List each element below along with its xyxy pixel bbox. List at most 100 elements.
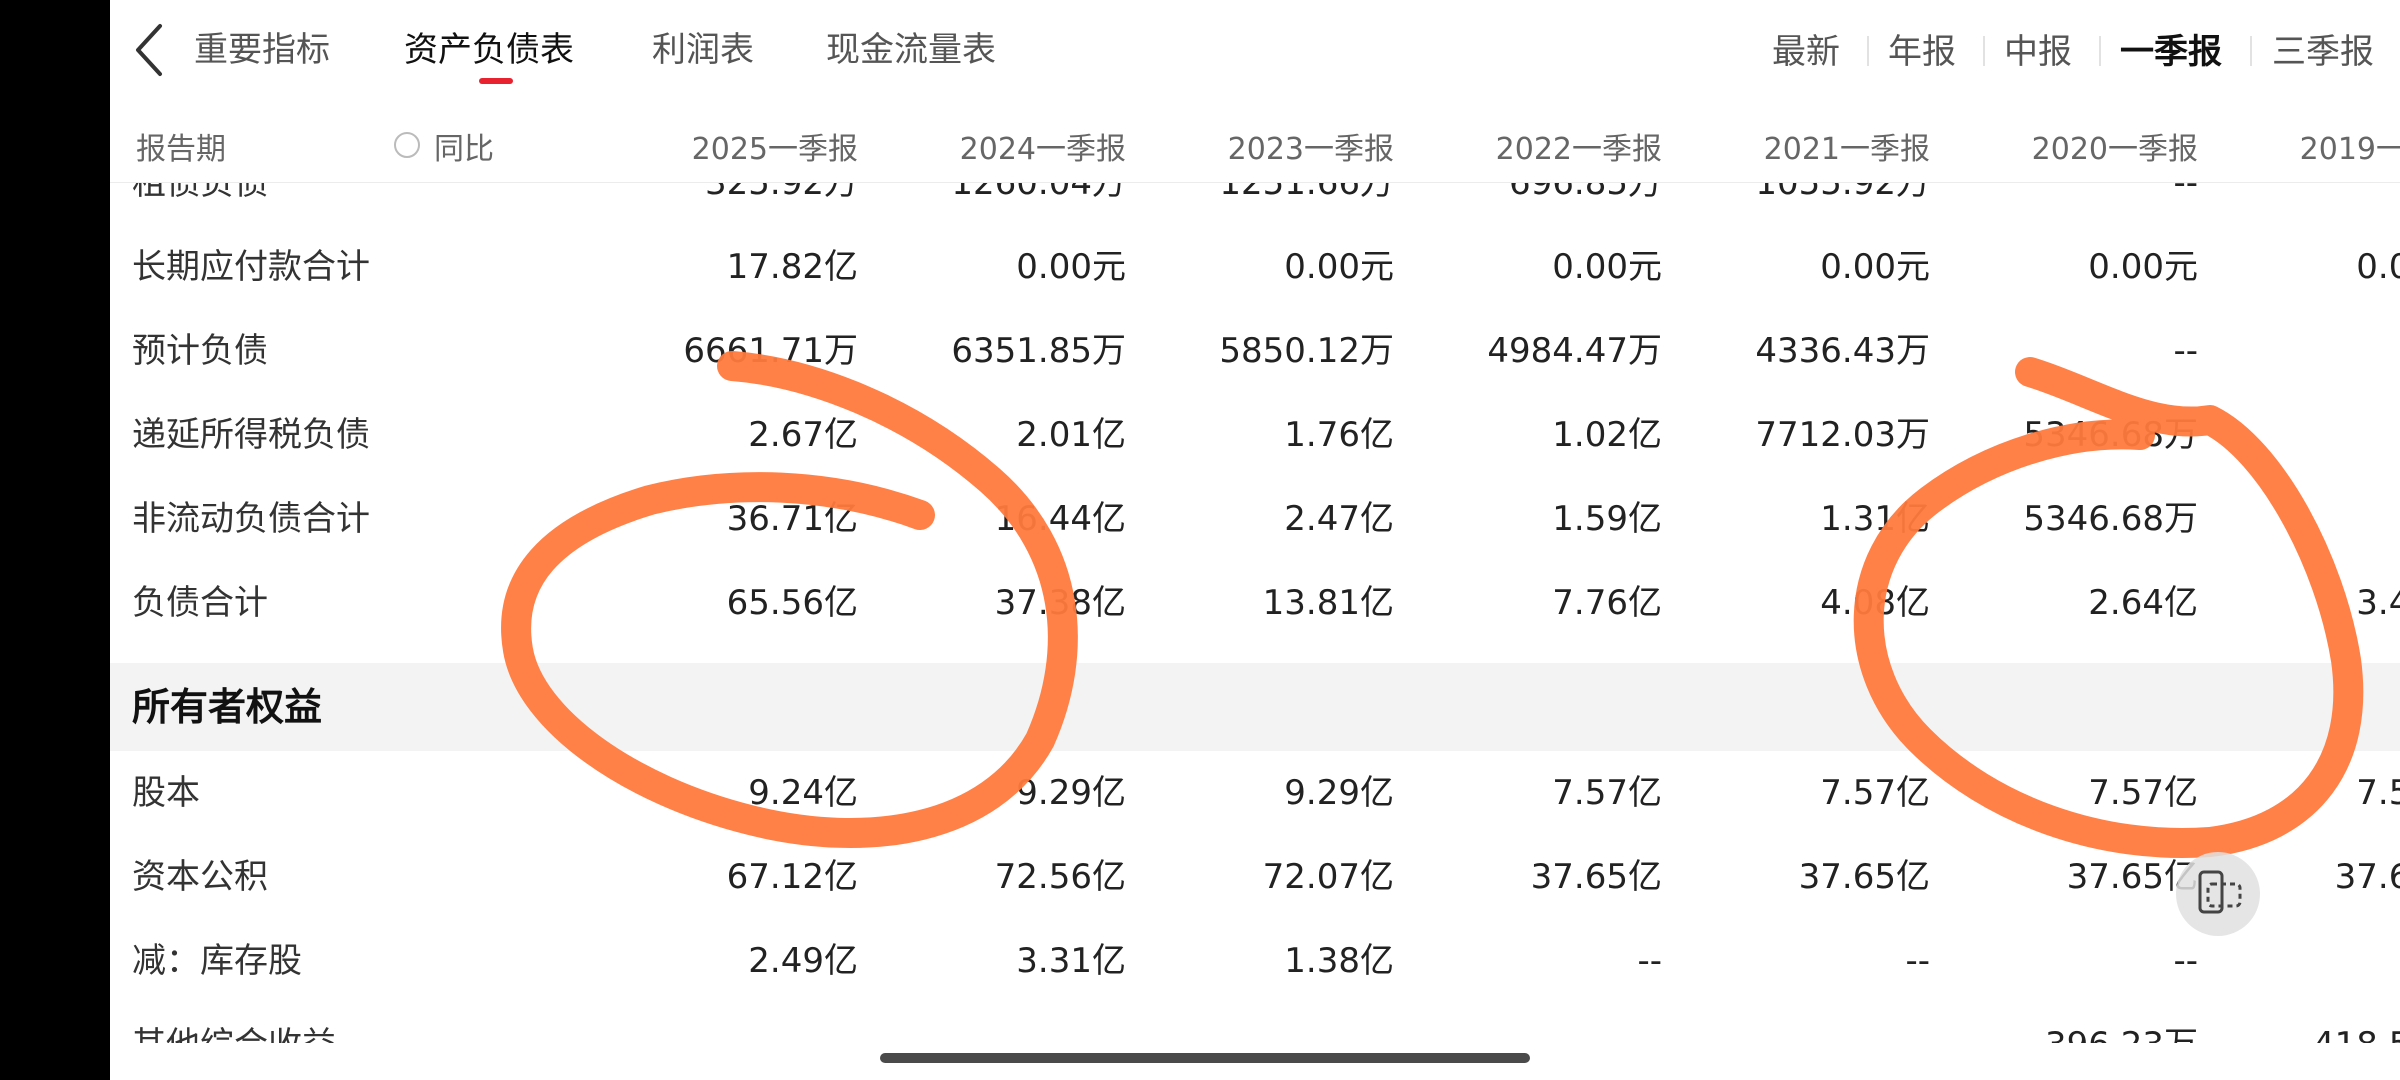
table-cell: 5850.12万 — [1219, 331, 1394, 371]
table-cell: 17.82亿 — [726, 247, 858, 287]
divider — [1983, 36, 1985, 66]
table-cell: -- — [2226, 393, 2400, 477]
table-cell: -- — [1905, 941, 1930, 981]
table-cell: 4.08亿 — [1820, 583, 1930, 623]
table-cell: 1.59亿 — [1552, 499, 1662, 539]
table-cell: 4984.47万 — [1487, 331, 1662, 371]
period-q1[interactable]: 一季报 — [2120, 24, 2222, 73]
divider — [2099, 36, 2101, 66]
tab-balance-sheet[interactable]: 资产负债表 — [404, 22, 574, 71]
divider — [2250, 36, 2252, 66]
section-title: 所有者权益 — [132, 685, 323, 729]
table-row: 非流动负债合计 36.71亿 16.44亿 2.47亿 1.59亿 1.31亿 … — [110, 477, 2400, 561]
table-cell: 72.07亿 — [1262, 857, 1394, 897]
table-cell: 5346.68万 — [2023, 415, 2198, 455]
app-screen: 重要指标 资产负债表 利润表 现金流量表 最新 年报 中报 一季报 三季报 报告… — [110, 0, 2400, 1080]
table-cell: 37.65亿 — [2066, 857, 2198, 897]
table-row: 长期应付款合计 17.82亿 0.00元 0.00元 0.00元 0.00元 0… — [110, 225, 2400, 309]
table-cell: 72.56亿 — [994, 857, 1126, 897]
table-cell: 9.29亿 — [1284, 773, 1394, 813]
divider — [1867, 36, 1869, 66]
table-cell: 7712.03万 — [1755, 415, 1930, 455]
table-cell: 5346.68万 — [2023, 499, 2198, 539]
period-latest[interactable]: 最新 — [1772, 24, 1840, 73]
top-nav: 重要指标 资产负债表 利润表 现金流量表 最新 年报 中报 一季报 三季报 — [110, 0, 2400, 100]
table-cell: 37.65亿 — [1798, 857, 1930, 897]
table-cell: -- — [2173, 183, 2198, 203]
radio-icon[interactable] — [394, 132, 420, 158]
table-cell: 7.57亿 — [1552, 773, 1662, 813]
table-cell: 7.57亿 — [2356, 773, 2400, 813]
table-cell: 0.00元 — [2356, 247, 2400, 287]
table-cell: 1.31亿 — [1820, 499, 1930, 539]
table-cell: 9.29亿 — [1016, 773, 1126, 813]
table-cell: 9.24亿 — [748, 773, 858, 813]
row-label: 预计负债 — [132, 331, 268, 371]
table-row: 租债负债 325.92万 1260.04万 1251.66万 696.85万 1… — [110, 183, 2400, 225]
table-cell: 0.00元 — [1284, 247, 1394, 287]
table-cell: 65.56亿 — [726, 583, 858, 623]
table-cell: 418.57万 — [2226, 1003, 2400, 1043]
active-tab-indicator — [479, 78, 513, 84]
column-header: 2025一季报 — [691, 132, 858, 167]
table-row: 递延所得税负债 2.67亿 2.01亿 1.76亿 1.02亿 7712.03万… — [110, 393, 2400, 477]
column-header: 2019一季报 — [2299, 132, 2400, 167]
table-cell: -- — [2173, 331, 2198, 371]
period-q3[interactable]: 三季报 — [2272, 24, 2374, 73]
row-label: 减：库存股 — [132, 941, 302, 981]
back-icon[interactable] — [124, 18, 180, 82]
table-cell: 67.12亿 — [726, 857, 858, 897]
table-cell: 1.38亿 — [1284, 941, 1394, 981]
column-header: 2021一季报 — [1763, 132, 1930, 167]
table-row: 预计负债 6661.71万 6351.85万 5850.12万 4984.47万… — [110, 309, 2400, 393]
column-header: 2024一季报 — [959, 132, 1126, 167]
home-indicator[interactable] — [880, 1053, 1530, 1063]
tabs-fade — [1020, 10, 1140, 90]
yoy-label: 同比 — [434, 132, 494, 167]
table-cell: 7.57亿 — [2088, 773, 2198, 813]
table-cell: -- — [2226, 309, 2400, 393]
table-cell: 2.49亿 — [748, 941, 858, 981]
table-cell: 1.76亿 — [1284, 415, 1394, 455]
table-cell: 1.02亿 — [1552, 415, 1662, 455]
row-label: 股本 — [132, 773, 200, 813]
table-cell: 6351.85万 — [951, 331, 1126, 371]
table-cell: 2.01亿 — [1016, 415, 1126, 455]
period-annual[interactable]: 年报 — [1888, 24, 1956, 73]
table-cell: 1260.04万 — [951, 183, 1126, 203]
report-period-label: 报告期 — [136, 132, 226, 167]
row-label: 非流动负债合计 — [132, 499, 370, 539]
table-row: 其他综合收益 396.23万 418.57万 — [110, 1003, 2400, 1043]
table-cell: 396.23万 — [1958, 1003, 2198, 1043]
period-interim[interactable]: 中报 — [2004, 24, 2072, 73]
table-cell: 2.67亿 — [748, 415, 858, 455]
row-label: 负债合计 — [132, 583, 268, 623]
tab-cash-flow[interactable]: 现金流量表 — [826, 22, 996, 71]
tab-income-statement[interactable]: 利润表 — [652, 22, 754, 71]
table-cell: 3.45亿 — [2356, 583, 2400, 623]
table-cell: 0.00元 — [1016, 247, 1126, 287]
table-row: 减：库存股 2.49亿 3.31亿 1.38亿 -- -- -- -- — [110, 919, 2400, 1003]
tab-key-indicators[interactable]: 重要指标 — [194, 22, 330, 71]
row-label: 资本公积 — [132, 857, 268, 897]
table-row: 资本公积 67.12亿 72.56亿 72.07亿 37.65亿 37.65亿 … — [110, 835, 2400, 919]
table-cell: 325.92万 — [705, 183, 858, 203]
table-cell: 6661.71万 — [683, 331, 858, 371]
table-cell: 696.85万 — [1509, 183, 1662, 203]
table-cell: 36.71亿 — [726, 499, 858, 539]
rotate-screen-icon[interactable] — [2176, 852, 2260, 936]
balance-sheet-table[interactable]: 租债负债 325.92万 1260.04万 1251.66万 696.85万 1… — [110, 183, 2400, 1043]
table-cell: 0.00元 — [1820, 247, 1930, 287]
table-cell: 0.00元 — [2088, 247, 2198, 287]
table-cell: -- — [2226, 477, 2400, 561]
table-cell: -- — [1637, 941, 1662, 981]
column-header: 2022一季报 — [1495, 132, 1662, 167]
row-label: 其他综合收益 — [132, 1003, 336, 1043]
table-cell: -- — [2226, 183, 2400, 225]
table-cell: 2.64亿 — [2088, 583, 2198, 623]
table-cell: 3.31亿 — [1016, 941, 1126, 981]
table-cell: 37.38亿 — [994, 583, 1126, 623]
table-cell: 2.47亿 — [1284, 499, 1394, 539]
table-row: 负债合计 65.56亿 37.38亿 13.81亿 7.76亿 4.08亿 2.… — [110, 561, 2400, 645]
table-cell: 4336.43万 — [1755, 331, 1930, 371]
